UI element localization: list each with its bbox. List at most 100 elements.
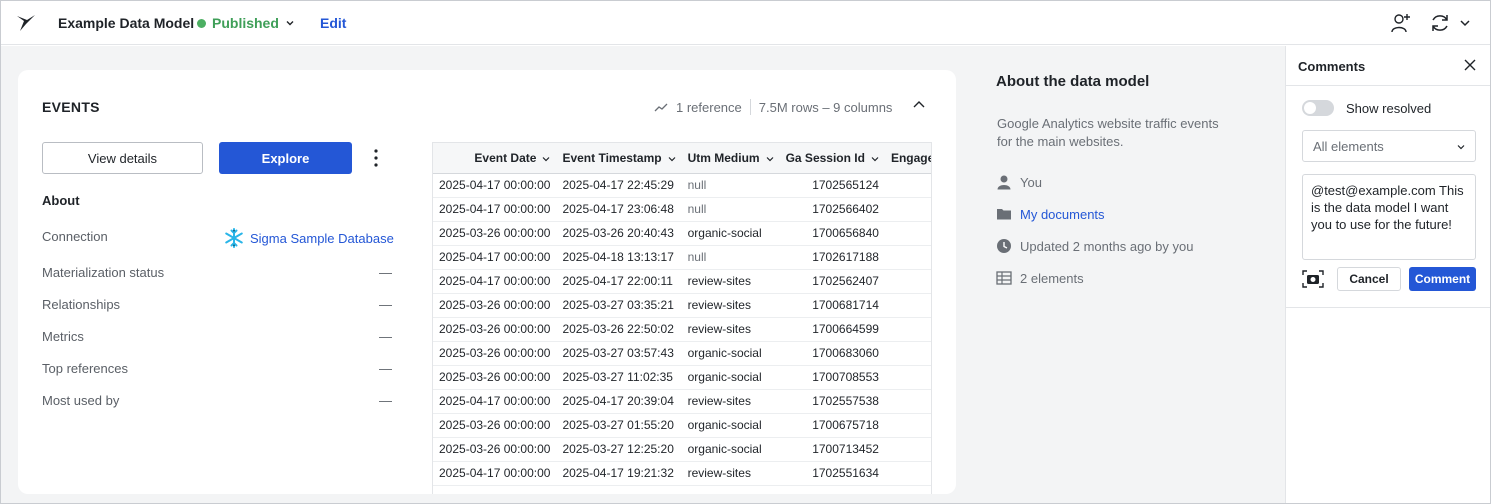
view-details-button[interactable]: View details xyxy=(42,142,203,174)
table-cell: organic-social xyxy=(681,341,780,366)
table-body: 2025-04-17 00:00:00 2025-04-17 22:45:29 nu… xyxy=(433,173,931,486)
table-cell: 2025-03-26 22:50:02 xyxy=(556,317,682,342)
show-resolved-label: Show resolved xyxy=(1346,101,1432,116)
property-label: Most used by xyxy=(42,393,120,408)
updated-info: Updated 2 months ago by you xyxy=(996,238,1193,254)
updated-text: Updated 2 months ago by you xyxy=(1020,238,1194,254)
connection-link[interactable]: Sigma Sample Database xyxy=(224,228,394,248)
more-options-icon[interactable] xyxy=(370,146,382,170)
table-cell: 2025-04-17 00:00:00 xyxy=(433,173,557,198)
table-cell: review-sites xyxy=(681,389,780,414)
table-cell: organic-social xyxy=(681,221,780,246)
table-row[interactable]: 2025-04-17 00:00:00 2025-04-17 23:06:48 nu… xyxy=(433,197,931,222)
sigma-logo-icon[interactable] xyxy=(15,12,37,34)
data-table-preview[interactable]: Event Date Event Timestamp Utm Medium Ga… xyxy=(432,142,932,494)
table-cell xyxy=(884,221,931,246)
table-row[interactable]: 2025-03-26 00:00:00 2025-03-26 20:40:43 or… xyxy=(433,221,931,246)
close-icon[interactable] xyxy=(1463,58,1477,72)
show-resolved-toggle[interactable] xyxy=(1302,100,1334,116)
connection-name: Sigma Sample Database xyxy=(250,230,394,246)
about-heading: About xyxy=(42,193,80,208)
column-header-engage[interactable]: Engage xyxy=(884,143,931,174)
table-cell: 1702551634 xyxy=(779,461,885,486)
add-user-icon[interactable] xyxy=(1390,12,1412,34)
panel-divider xyxy=(1286,307,1490,308)
table-cell: 2025-04-17 23:06:48 xyxy=(556,197,682,222)
folder-icon xyxy=(997,209,1011,220)
table-cell: 1702557538 xyxy=(779,389,885,414)
table-cell: 2025-03-27 03:35:21 xyxy=(556,293,682,318)
table-row[interactable]: 2025-03-26 00:00:00 2025-03-27 12:25:20 or… xyxy=(433,437,931,462)
table-cell: 2025-04-17 19:21:32 xyxy=(556,461,682,486)
publish-status[interactable]: Published xyxy=(197,15,295,31)
sync-icon[interactable] xyxy=(1429,12,1451,34)
snowflake-icon xyxy=(225,228,243,248)
table-cell: 2025-04-17 20:39:04 xyxy=(556,389,682,414)
table-cell: null xyxy=(681,173,780,198)
data-table: Event Date Event Timestamp Utm Medium Ga… xyxy=(433,143,931,486)
table-cell: 2025-03-27 03:57:43 xyxy=(556,341,682,366)
table-row[interactable]: 2025-03-26 00:00:00 2025-03-27 03:57:43 or… xyxy=(433,341,931,366)
comment-button[interactable]: Comment xyxy=(1409,267,1476,291)
table-cell: 2025-03-26 00:00:00 xyxy=(433,293,557,318)
column-header-event-timestamp[interactable]: Event Timestamp xyxy=(556,143,682,174)
table-cell: organic-social xyxy=(681,413,780,438)
table-row[interactable]: 2025-04-17 00:00:00 2025-04-18 13:13:17 nu… xyxy=(433,245,931,270)
table-row[interactable]: 2025-04-17 00:00:00 2025-04-17 22:45:29 nu… xyxy=(433,173,931,198)
table-row[interactable]: 2025-03-26 00:00:00 2025-03-26 22:50:02 re… xyxy=(433,317,931,342)
table-cell: 1702562407 xyxy=(779,269,885,294)
cancel-button[interactable]: Cancel xyxy=(1337,267,1401,291)
chevron-up-icon[interactable] xyxy=(912,98,926,112)
table-cell: 1700708553 xyxy=(779,365,885,390)
top-header: Example Data Model Published Edit xyxy=(1,1,1490,45)
element-filter-select[interactable]: All elements xyxy=(1302,130,1476,162)
explore-button[interactable]: Explore xyxy=(219,142,352,174)
column-header-utm-medium[interactable]: Utm Medium xyxy=(681,143,780,174)
panel-gutter xyxy=(1271,46,1285,503)
table-icon xyxy=(996,271,1012,285)
table-cell: 1700675718 xyxy=(779,413,885,438)
property-label: Top references xyxy=(42,361,128,376)
column-header-ga-session-id[interactable]: Ga Session Id xyxy=(779,143,885,174)
table-cell: review-sites xyxy=(681,461,780,486)
table-cell: organic-social xyxy=(681,365,780,390)
element-meta: 1 reference 7.5M rows – 9 columns xyxy=(654,99,892,115)
chevron-down-icon[interactable] xyxy=(1459,12,1471,34)
table-cell xyxy=(884,317,931,342)
element-card: EVENTS 1 reference 7.5M rows – 9 columns… xyxy=(18,70,956,494)
table-cell: 2025-03-27 11:02:35 xyxy=(556,365,682,390)
property-relationships: Relationships — xyxy=(42,297,392,312)
table-cell: 1700681714 xyxy=(779,293,885,318)
data-model-description: Google Analytics website traffic events … xyxy=(997,116,1219,149)
comments-panel: Comments Show resolved All elements @tes… xyxy=(1285,46,1490,503)
folder-link[interactable]: My documents xyxy=(996,206,1105,222)
table-cell xyxy=(884,269,931,294)
table-row[interactable]: 2025-03-26 00:00:00 2025-03-27 03:35:21 re… xyxy=(433,293,931,318)
comment-textarea[interactable]: @test@example.com This is the data model… xyxy=(1302,174,1476,260)
table-row[interactable]: 2025-03-26 00:00:00 2025-03-27 01:55:20 or… xyxy=(433,413,931,438)
table-cell xyxy=(884,365,931,390)
screenshot-icon[interactable] xyxy=(1302,270,1324,288)
about-data-model-title: About the data model xyxy=(996,73,1150,90)
chevron-down-icon xyxy=(766,156,774,161)
column-header-event-date[interactable]: Event Date xyxy=(433,143,557,174)
table-row[interactable]: 2025-04-17 00:00:00 2025-04-17 20:39:04 re… xyxy=(433,389,931,414)
elements-count: 2 elements xyxy=(996,270,1084,286)
table-cell: 2025-03-26 00:00:00 xyxy=(433,437,557,462)
document-title[interactable]: Example Data Model xyxy=(58,15,194,31)
table-cell xyxy=(884,293,931,318)
table-cell: 1700713452 xyxy=(779,437,885,462)
table-row[interactable]: 2025-04-17 00:00:00 2025-04-17 19:21:32 re… xyxy=(433,461,931,486)
chevron-down-icon xyxy=(668,156,676,161)
property-label: Materialization status xyxy=(42,265,165,280)
table-cell xyxy=(884,461,931,486)
chevron-down-icon xyxy=(871,156,879,161)
table-row[interactable]: 2025-03-26 00:00:00 2025-03-27 11:02:35 or… xyxy=(433,365,931,390)
table-cell: null xyxy=(681,197,780,222)
table-row[interactable]: 2025-04-17 00:00:00 2025-04-17 22:00:11 re… xyxy=(433,269,931,294)
edit-link[interactable]: Edit xyxy=(320,15,346,31)
table-cell: 2025-04-17 22:45:29 xyxy=(556,173,682,198)
references-count[interactable]: 1 reference xyxy=(676,100,742,115)
property-metrics: Metrics — xyxy=(42,329,392,344)
property-label: Metrics xyxy=(42,329,84,344)
